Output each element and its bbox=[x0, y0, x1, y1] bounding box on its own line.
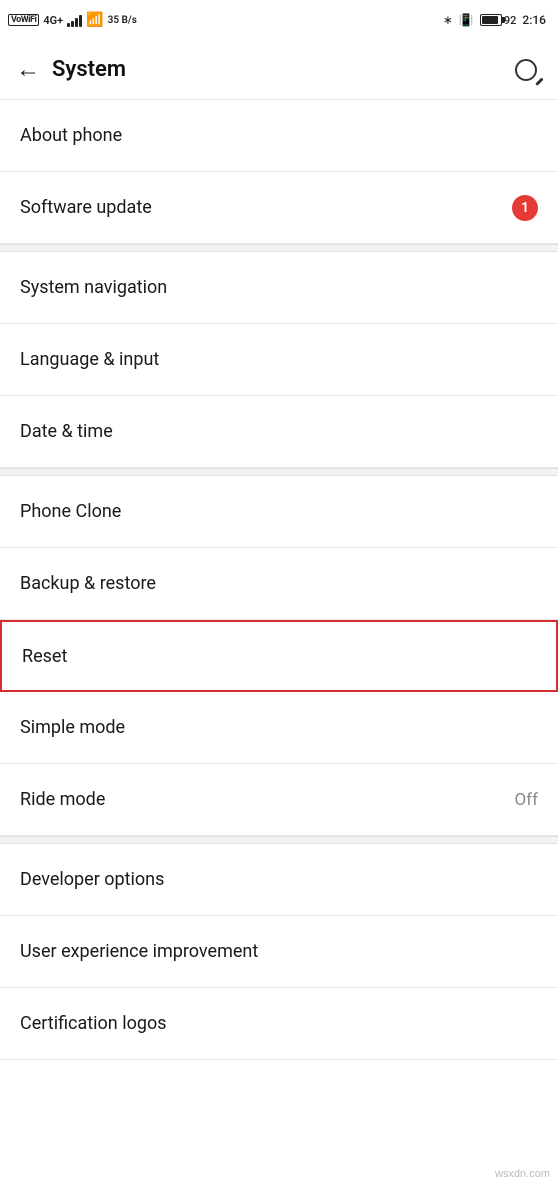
battery-body bbox=[480, 14, 502, 26]
menu-item-right: 1 bbox=[512, 195, 538, 221]
notification-badge: 1 bbox=[512, 195, 538, 221]
menu-item-backup-restore[interactable]: Backup & restore bbox=[0, 548, 558, 620]
page-title: System bbox=[52, 57, 126, 82]
menu-item-label: Ride mode bbox=[20, 789, 105, 810]
group-separator bbox=[0, 468, 558, 476]
menu-item-label: Certification logos bbox=[20, 1013, 167, 1034]
menu-item-label: Backup & restore bbox=[20, 573, 156, 594]
menu-item-label: Software update bbox=[20, 197, 152, 218]
menu-item-system-navigation[interactable]: System navigation bbox=[0, 252, 558, 324]
signal-bars bbox=[67, 13, 82, 27]
clock: 2:16 bbox=[522, 13, 546, 27]
group-separator bbox=[0, 836, 558, 844]
menu-item-label: Language & input bbox=[20, 349, 159, 370]
header-left: ← System bbox=[16, 55, 126, 84]
menu-item-certification-logos[interactable]: Certification logos bbox=[0, 988, 558, 1060]
menu-item-label: Simple mode bbox=[20, 717, 125, 738]
menu-item-reset[interactable]: Reset bbox=[0, 620, 558, 692]
search-button[interactable] bbox=[510, 54, 542, 86]
menu-item-phone-clone[interactable]: Phone Clone bbox=[0, 476, 558, 548]
menu-item-label: System navigation bbox=[20, 277, 167, 298]
menu-item-simple-mode[interactable]: Simple mode bbox=[0, 692, 558, 764]
menu-item-developer-options[interactable]: Developer options bbox=[0, 844, 558, 916]
status-right: ∗ 📳 92 2:16 bbox=[443, 13, 546, 27]
menu-item-language-input[interactable]: Language & input bbox=[0, 324, 558, 396]
menu-item-ride-mode[interactable]: Ride mode Off bbox=[0, 764, 558, 836]
bluetooth-icon: ∗ bbox=[443, 13, 453, 27]
battery-fill bbox=[482, 16, 499, 24]
menu-item-label: User experience improvement bbox=[20, 941, 258, 962]
menu-item-about-phone[interactable]: About phone bbox=[0, 100, 558, 172]
menu-item-value: Off bbox=[514, 790, 538, 810]
signal-strength: 4G+ bbox=[43, 14, 63, 27]
watermark: wsxdn.com bbox=[495, 1168, 550, 1180]
menu-item-date-time[interactable]: Date & time bbox=[0, 396, 558, 468]
menu-item-label: Reset bbox=[22, 646, 67, 667]
battery-percent: 92 bbox=[504, 14, 517, 27]
status-left: VoWiFi 4G+ 📶 35 B/s bbox=[8, 12, 137, 28]
menu-item-label: About phone bbox=[20, 125, 122, 146]
menu-item-right: Off bbox=[514, 790, 538, 810]
menu-list: About phone Software update 1 System naviga… bbox=[0, 100, 558, 1060]
status-bar: VoWiFi 4G+ 📶 35 B/s ∗ 📳 92 2:16 bbox=[0, 0, 558, 40]
search-icon bbox=[515, 59, 537, 81]
back-button[interactable]: ← bbox=[16, 55, 40, 84]
menu-item-user-experience[interactable]: User experience improvement bbox=[0, 916, 558, 988]
group-separator bbox=[0, 244, 558, 252]
data-speed: 35 B/s bbox=[108, 15, 137, 26]
menu-item-label: Date & time bbox=[20, 421, 113, 442]
vowifi-indicator: VoWiFi bbox=[8, 14, 39, 26]
menu-item-software-update[interactable]: Software update 1 bbox=[0, 172, 558, 244]
menu-item-label: Phone Clone bbox=[20, 501, 121, 522]
menu-item-label: Developer options bbox=[20, 869, 164, 890]
header: ← System bbox=[0, 40, 558, 100]
battery-indicator: 92 bbox=[480, 14, 517, 27]
wifi-icon: 📶 bbox=[86, 12, 103, 28]
vibrate-icon: 📳 bbox=[459, 13, 474, 27]
